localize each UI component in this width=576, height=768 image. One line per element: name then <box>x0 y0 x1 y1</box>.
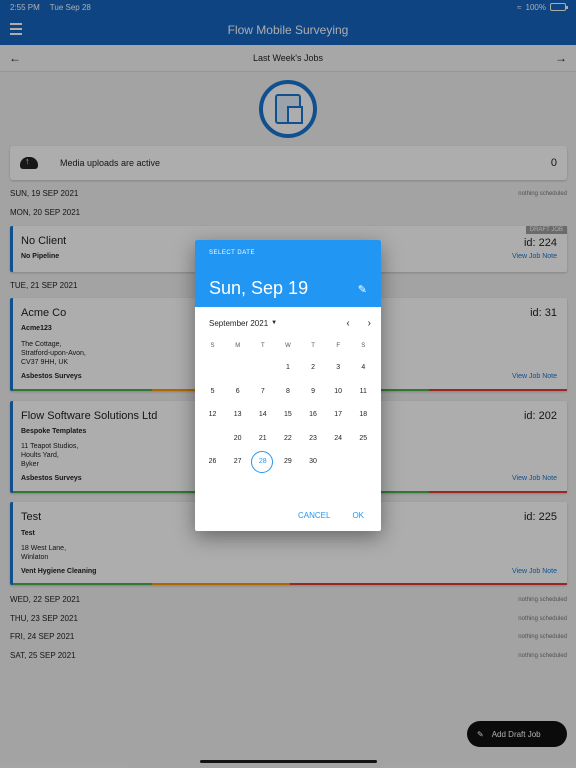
month-selector: September 2021 ▼ ‹ › <box>209 316 371 330</box>
calendar-day[interactable]: 17 <box>326 404 351 426</box>
weekday-label: F <box>336 343 341 349</box>
caret-down-icon[interactable]: ▼ <box>271 320 277 326</box>
calendar-day[interactable]: 28 <box>250 451 275 473</box>
weekday-label: S <box>210 343 215 349</box>
calendar-week: 19 20 21 22 23 24 25 <box>200 427 376 450</box>
selected-date: Sun, Sep 19 <box>209 278 309 298</box>
chevron-left-icon[interactable]: ‹ <box>346 318 349 329</box>
month-label[interactable]: September 2021 <box>209 319 268 328</box>
calendar-day[interactable]: 8 <box>275 381 300 403</box>
calendar-day[interactable]: 23 <box>301 428 326 450</box>
calendar-empty <box>250 357 275 379</box>
calendar-day[interactable]: 1 <box>275 357 300 379</box>
calendar-day[interactable]: 20 <box>225 428 250 450</box>
calendar-day[interactable]: 19 <box>200 427 225 450</box>
ok-button[interactable]: OK <box>352 511 364 520</box>
calendar-day[interactable]: 11 <box>351 381 376 403</box>
weekday-label: W <box>285 343 291 349</box>
calendar-day[interactable]: 4 <box>351 357 376 379</box>
calendar-day[interactable]: 18 <box>351 404 376 426</box>
calendar-day[interactable]: 26 <box>200 451 225 473</box>
calendar-day[interactable]: 30 <box>301 451 326 473</box>
calendar-day[interactable]: 7 <box>250 381 275 403</box>
chevron-right-icon[interactable]: › <box>368 318 371 329</box>
weekday-label: M <box>235 343 241 349</box>
calendar-day[interactable]: 12 <box>200 404 225 426</box>
calendar-empty <box>351 451 376 473</box>
calendar-empty <box>326 451 351 473</box>
calendar-day[interactable]: 9 <box>301 381 326 403</box>
calendar-week: 1234 <box>200 357 376 379</box>
weekday-header: SMTWTFS <box>200 343 376 349</box>
calendar-day[interactable]: 5 <box>200 381 225 403</box>
home-indicator <box>200 760 377 763</box>
weekday-label: S <box>361 343 366 349</box>
calendar-day[interactable]: 3 <box>326 357 351 379</box>
calendar-week: 12 13 14 15 16 17 18 <box>200 404 376 426</box>
calendar-day[interactable]: 15 <box>275 404 300 426</box>
calendar-day[interactable]: 29 <box>275 451 300 473</box>
calendar-day[interactable]: 13 <box>225 404 250 426</box>
edit-pencil-icon[interactable]: ✎ <box>358 283 367 296</box>
calendar-day[interactable]: 14 <box>250 404 275 426</box>
date-picker-dialog: SELECT DATE Sun, Sep 19 ✎ September 2021… <box>195 240 381 531</box>
calendar-week: 26 27 28 29 30 <box>200 451 376 473</box>
date-picker-header: SELECT DATE Sun, Sep 19 ✎ <box>195 240 381 307</box>
calendar-empty <box>225 357 250 379</box>
calendar-day[interactable]: 25 <box>351 428 376 450</box>
calendar-day[interactable]: 21 <box>250 428 275 450</box>
calendar-day[interactable]: 6 <box>225 381 250 403</box>
calendar-day[interactable]: 22 <box>275 428 300 450</box>
calendar-empty <box>200 357 225 379</box>
weekday-label: T <box>260 343 265 349</box>
cancel-button[interactable]: CANCEL <box>298 511 330 520</box>
calendar-day[interactable]: 16 <box>301 404 326 426</box>
calendar-day[interactable]: 24 <box>326 428 351 450</box>
select-date-label: SELECT DATE <box>209 250 255 256</box>
calendar-day[interactable]: 27 <box>225 451 250 473</box>
calendar-week: 5 6 7 8 9 10 11 <box>200 381 376 403</box>
calendar-day[interactable]: 10 <box>326 381 351 403</box>
weekday-label: T <box>311 343 315 349</box>
calendar-day[interactable]: 2 <box>301 357 326 379</box>
